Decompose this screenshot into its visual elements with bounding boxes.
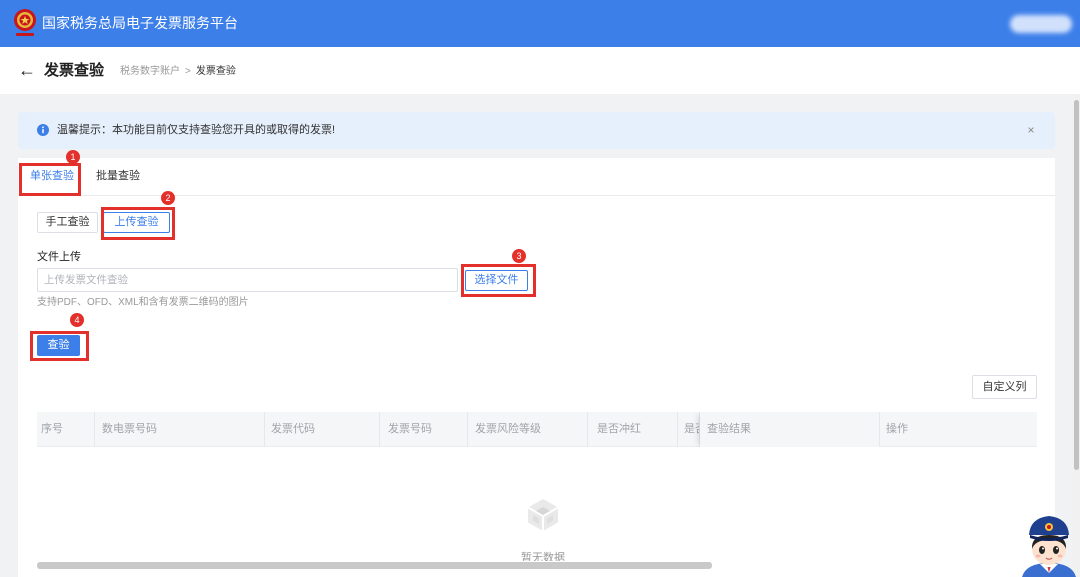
close-icon[interactable]: × — [1024, 122, 1038, 138]
table-horizontal-scrollbar-thumb[interactable] — [37, 562, 712, 569]
column-header-risk-level: 发票风险等级 — [468, 412, 588, 447]
info-icon — [37, 124, 49, 136]
empty-box-icon — [525, 497, 561, 533]
page-title: 发票查验 — [44, 62, 105, 79]
breadcrumb-item-current: 发票查验 — [195, 66, 236, 77]
breadcrumb-separator: > — [185, 66, 191, 77]
top-navigation-bar: 国家税务总局电子发票服务平台 — [0, 0, 1080, 47]
annotation-badge-4: 4 — [70, 313, 84, 327]
tab-batch-verification[interactable]: 批量查验 — [96, 158, 140, 195]
table-body: 暂无数据 — [37, 447, 1037, 561]
table-horizontal-scrollbar[interactable] — [37, 562, 1037, 569]
back-arrow-icon[interactable]: ← — [18, 59, 36, 81]
verification-card: 单张查验 批量查验 手工查验 上传查验 文件上传 选择文件 支持PDF、OFD、… — [18, 150, 1055, 577]
verify-button[interactable]: 查验 — [37, 335, 80, 356]
upload-hint: 支持PDF、OFD、XML和含有发票二维码的图片 — [37, 297, 249, 308]
page-vertical-scrollbar-thumb[interactable] — [1074, 100, 1079, 470]
user-menu-blurred[interactable] — [1010, 15, 1072, 33]
column-header-invoice-code: 发票代码 — [265, 412, 380, 447]
file-upload-label: 文件上传 — [37, 251, 81, 263]
results-table: 序号 数电票号码 发票代码 发票号码 发票风险等级 是否冲红 是否 查验结果 操… — [37, 412, 1037, 561]
tax-officer-mascot-icon[interactable] — [1018, 507, 1080, 577]
column-header-invoice-number: 发票号码 — [380, 412, 468, 447]
choose-file-button[interactable]: 选择文件 — [465, 270, 528, 291]
file-upload-input[interactable] — [37, 268, 458, 292]
info-alert: 温馨提示：本功能目前仅支持查验您开具的或取得的发票! × — [18, 112, 1055, 149]
tax-emblem-icon — [11, 8, 39, 40]
column-header-red-reversal: 是否冲红 — [588, 412, 678, 447]
app-title: 国家税务总局电子发票服务平台 — [42, 15, 238, 31]
tab-single-verification[interactable]: 单张查验 — [30, 158, 74, 196]
empty-state-text: 暂无数据 — [521, 552, 565, 561]
column-header-digital-invoice-number: 数电票号码 — [95, 412, 265, 447]
page-header: ← 发票查验 税务数字账户 > 发票查验 — [0, 47, 1080, 94]
alert-message: 温馨提示：本功能目前仅支持查验您开具的或取得的发票! — [57, 124, 336, 136]
page-vertical-scrollbar[interactable] — [1073, 95, 1080, 577]
column-header-actions: 操作 — [886, 423, 908, 435]
manual-verification-button[interactable]: 手工查验 — [37, 212, 98, 233]
customize-columns-button[interactable]: 自定义列 — [972, 375, 1037, 399]
upload-verification-button[interactable]: 上传查验 — [103, 212, 170, 233]
column-header-verification-result: 查验结果 — [700, 412, 880, 447]
column-header-index: 序号 — [37, 412, 95, 447]
breadcrumb-item-tax-account[interactable]: 税务数字账户 — [120, 66, 180, 77]
column-header-clipped: 是否 — [678, 412, 700, 447]
annotation-badge-3: 3 — [512, 249, 526, 263]
table-header: 序号 数电票号码 发票代码 发票号码 发票风险等级 是否冲红 是否 查验结果 操… — [37, 412, 1037, 447]
verification-tabs: 单张查验 批量查验 — [18, 158, 1055, 196]
breadcrumb: 税务数字账户 > 发票查验 — [120, 66, 236, 78]
